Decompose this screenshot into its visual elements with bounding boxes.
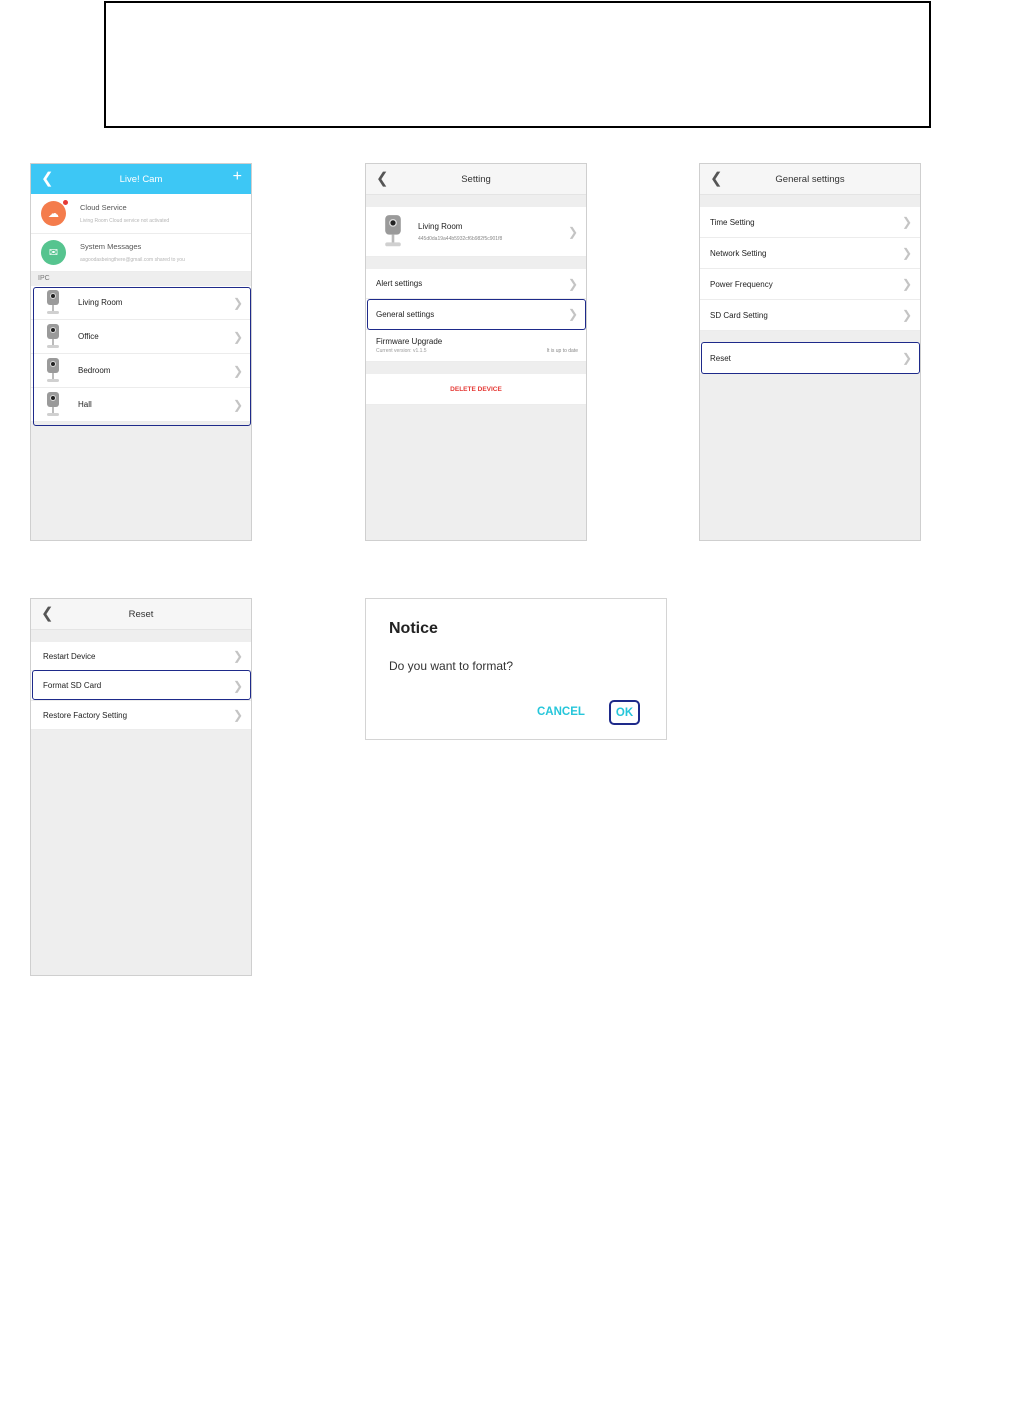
- chevron-right-icon: ❯: [232, 708, 243, 722]
- instruction-box: [104, 1, 931, 128]
- general-settings-highlight: [367, 299, 586, 330]
- ipc-section-label: IPC: [38, 275, 50, 282]
- chevron-right-icon: ❯: [567, 224, 578, 239]
- inbox-icon: ✉: [41, 240, 66, 265]
- reset-header: ❮ Reset: [31, 599, 251, 630]
- format-sd-card-highlight: [32, 670, 251, 700]
- sd-card-setting-row[interactable]: SD Card Setting ❯: [700, 300, 920, 331]
- device-id: 445d0da19a44b5932cf6b982f5c901f8: [418, 235, 503, 242]
- cancel-button[interactable]: CANCEL: [537, 706, 585, 718]
- firmware-version: Current version: v1.1.5: [376, 348, 427, 354]
- back-arrow-icon[interactable]: ❮: [41, 606, 54, 621]
- power-frequency-label: Power Frequency: [710, 279, 773, 289]
- general-title: General settings: [775, 173, 845, 185]
- setting-screen: ❮ Setting Living Room 445d0da19a44b5932c…: [365, 163, 587, 541]
- system-messages-row[interactable]: ✉ System Messages asgoodasbeingthere@gma…: [31, 234, 251, 272]
- back-arrow-icon[interactable]: ❮: [41, 171, 54, 186]
- device-info-row[interactable]: Living Room 445d0da19a44b5932cf6b982f5c9…: [366, 207, 586, 257]
- power-frequency-row[interactable]: Power Frequency ❯: [700, 269, 920, 300]
- device-list-highlight: [33, 287, 251, 426]
- cloud-service-subtitle: Living Room Cloud service not activated: [80, 218, 170, 224]
- back-arrow-icon[interactable]: ❮: [376, 171, 389, 186]
- chevron-right-icon: ❯: [901, 215, 912, 229]
- cloud-icon: ☁: [41, 200, 68, 226]
- restart-device-label: Restart Device: [43, 651, 96, 661]
- restore-factory-row[interactable]: Restore Factory Setting ❯: [31, 701, 251, 730]
- firmware-status: It is up to date: [546, 348, 578, 354]
- system-messages-subtitle: asgoodasbeingthere@gmail.com shared to y…: [80, 257, 185, 263]
- cloud-service-row[interactable]: ☁ Cloud Service Living Room Cloud servic…: [31, 194, 251, 234]
- chevron-right-icon: ❯: [901, 277, 912, 291]
- home-title: Live! Cam: [119, 173, 163, 185]
- alert-settings-label: Alert settings: [376, 279, 423, 288]
- dialog-title: Notice: [389, 620, 438, 637]
- home-header: ❮ Live! Cam +: [31, 164, 251, 194]
- setting-header: ❮ Setting: [366, 164, 586, 195]
- notification-dot: [63, 200, 68, 205]
- notice-dialog: Notice Do you want to format? CANCEL OK: [365, 598, 667, 740]
- chevron-right-icon: ❯: [901, 246, 912, 260]
- sd-card-setting-label: SD Card Setting: [710, 310, 768, 320]
- reset-title: Reset: [128, 608, 154, 620]
- network-setting-row[interactable]: Network Setting ❯: [700, 238, 920, 269]
- dialog-message: Do you want to format?: [389, 659, 514, 673]
- ok-button-label: OK: [615, 706, 634, 719]
- firmware-title: Firmware Upgrade: [376, 337, 443, 346]
- home-screen: ❮ Live! Cam + ☁ Cloud Service Living Roo…: [30, 163, 252, 541]
- setting-title: Setting: [461, 173, 491, 185]
- reset-screen: ❮ Reset Restart Device ❯ Format SD Card …: [30, 598, 252, 976]
- restore-factory-label: Restore Factory Setting: [43, 710, 128, 720]
- general-header: ❮ General settings: [700, 164, 920, 195]
- cloud-service-title: Cloud Service: [80, 203, 127, 212]
- chevron-right-icon: ❯: [901, 308, 912, 322]
- time-setting-row[interactable]: Time Setting ❯: [700, 207, 920, 238]
- network-setting-label: Network Setting: [710, 248, 767, 258]
- delete-device-row[interactable]: DELETE DEVICE: [366, 374, 586, 405]
- device-name: Living Room: [418, 221, 463, 231]
- system-messages-title: System Messages: [80, 242, 142, 251]
- reset-highlight: [701, 342, 920, 374]
- camera-icon: [380, 213, 406, 249]
- general-settings-screen: ❮ General settings Time Setting ❯ Networ…: [699, 163, 921, 541]
- ok-button[interactable]: OK: [609, 700, 640, 725]
- delete-device-button[interactable]: DELETE DEVICE: [450, 386, 502, 393]
- chevron-right-icon: ❯: [567, 276, 578, 291]
- firmware-upgrade-row[interactable]: Firmware Upgrade Current version: v1.1.5…: [366, 330, 586, 362]
- time-setting-label: Time Setting: [710, 217, 755, 227]
- chevron-right-icon: ❯: [232, 649, 243, 663]
- alert-settings-row[interactable]: Alert settings ❯: [366, 269, 586, 299]
- back-arrow-icon[interactable]: ❮: [710, 171, 723, 186]
- restart-device-row[interactable]: Restart Device ❯: [31, 642, 251, 671]
- add-icon[interactable]: +: [233, 169, 242, 185]
